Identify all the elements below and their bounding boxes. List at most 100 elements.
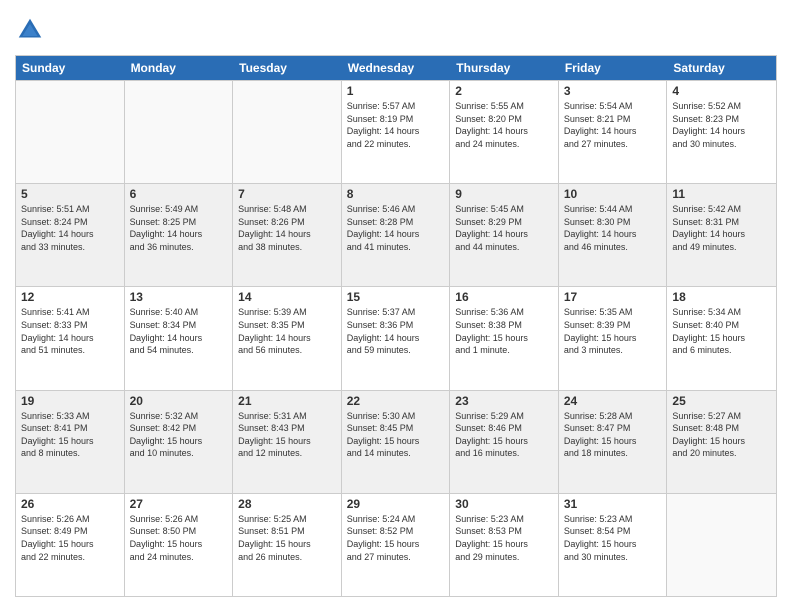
cell-info: Sunrise: 5:26 AM xyxy=(130,513,228,526)
cell-info: Daylight: 15 hours xyxy=(564,332,662,345)
cell-info: Daylight: 14 hours xyxy=(455,125,553,138)
cell-info: Sunset: 8:34 PM xyxy=(130,319,228,332)
day-number: 20 xyxy=(130,394,228,408)
cell-info: Daylight: 14 hours xyxy=(130,332,228,345)
cell-info: Sunset: 8:30 PM xyxy=(564,216,662,229)
calendar-row: 5Sunrise: 5:51 AMSunset: 8:24 PMDaylight… xyxy=(16,183,776,286)
calendar-cell: 29Sunrise: 5:24 AMSunset: 8:52 PMDayligh… xyxy=(342,494,451,596)
cell-info: and 1 minute. xyxy=(455,344,553,357)
calendar-cell: 8Sunrise: 5:46 AMSunset: 8:28 PMDaylight… xyxy=(342,184,451,286)
cell-info: and 41 minutes. xyxy=(347,241,445,254)
day-number: 1 xyxy=(347,84,445,98)
calendar-cell: 25Sunrise: 5:27 AMSunset: 8:48 PMDayligh… xyxy=(667,391,776,493)
calendar-cell: 21Sunrise: 5:31 AMSunset: 8:43 PMDayligh… xyxy=(233,391,342,493)
cell-info: and 20 minutes. xyxy=(672,447,771,460)
calendar-cell: 19Sunrise: 5:33 AMSunset: 8:41 PMDayligh… xyxy=(16,391,125,493)
day-number: 29 xyxy=(347,497,445,511)
cell-info: and 38 minutes. xyxy=(238,241,336,254)
cell-info: Daylight: 14 hours xyxy=(347,125,445,138)
page: SundayMondayTuesdayWednesdayThursdayFrid… xyxy=(0,0,792,612)
cell-info: Sunset: 8:31 PM xyxy=(672,216,771,229)
calendar-cell: 15Sunrise: 5:37 AMSunset: 8:36 PMDayligh… xyxy=(342,287,451,389)
cell-info: Sunrise: 5:23 AM xyxy=(564,513,662,526)
calendar: SundayMondayTuesdayWednesdayThursdayFrid… xyxy=(15,55,777,597)
cell-info: Sunset: 8:28 PM xyxy=(347,216,445,229)
cell-info: Daylight: 15 hours xyxy=(564,435,662,448)
calendar-cell: 18Sunrise: 5:34 AMSunset: 8:40 PMDayligh… xyxy=(667,287,776,389)
cell-info: Sunrise: 5:26 AM xyxy=(21,513,119,526)
calendar-cell: 3Sunrise: 5:54 AMSunset: 8:21 PMDaylight… xyxy=(559,81,668,183)
cell-info: Sunset: 8:29 PM xyxy=(455,216,553,229)
cell-info: Sunset: 8:38 PM xyxy=(455,319,553,332)
logo-icon xyxy=(15,15,45,45)
cell-info: Sunset: 8:35 PM xyxy=(238,319,336,332)
day-number: 11 xyxy=(672,187,771,201)
calendar-row: 19Sunrise: 5:33 AMSunset: 8:41 PMDayligh… xyxy=(16,390,776,493)
cell-info: Daylight: 15 hours xyxy=(21,538,119,551)
cell-info: Sunset: 8:19 PM xyxy=(347,113,445,126)
cell-info: Daylight: 14 hours xyxy=(564,125,662,138)
cell-info: Daylight: 15 hours xyxy=(238,435,336,448)
cell-info: Sunrise: 5:24 AM xyxy=(347,513,445,526)
cell-info: and 10 minutes. xyxy=(130,447,228,460)
cell-info: Sunrise: 5:49 AM xyxy=(130,203,228,216)
cell-info: Sunrise: 5:52 AM xyxy=(672,100,771,113)
cell-info: Sunset: 8:53 PM xyxy=(455,525,553,538)
cell-info: Daylight: 15 hours xyxy=(347,435,445,448)
day-number: 19 xyxy=(21,394,119,408)
cell-info: Sunset: 8:51 PM xyxy=(238,525,336,538)
cell-info: Sunrise: 5:40 AM xyxy=(130,306,228,319)
day-number: 26 xyxy=(21,497,119,511)
calendar-cell: 7Sunrise: 5:48 AMSunset: 8:26 PMDaylight… xyxy=(233,184,342,286)
calendar-cell xyxy=(667,494,776,596)
weekday-header: Sunday xyxy=(16,56,125,80)
cell-info: Sunrise: 5:31 AM xyxy=(238,410,336,423)
day-number: 8 xyxy=(347,187,445,201)
weekday-header: Monday xyxy=(125,56,234,80)
calendar-cell: 14Sunrise: 5:39 AMSunset: 8:35 PMDayligh… xyxy=(233,287,342,389)
cell-info: Sunset: 8:23 PM xyxy=(672,113,771,126)
day-number: 23 xyxy=(455,394,553,408)
cell-info: Sunset: 8:26 PM xyxy=(238,216,336,229)
cell-info: and 24 minutes. xyxy=(455,138,553,151)
day-number: 16 xyxy=(455,290,553,304)
cell-info: Sunset: 8:48 PM xyxy=(672,422,771,435)
calendar-cell: 22Sunrise: 5:30 AMSunset: 8:45 PMDayligh… xyxy=(342,391,451,493)
cell-info: and 30 minutes. xyxy=(672,138,771,151)
day-number: 22 xyxy=(347,394,445,408)
calendar-cell: 5Sunrise: 5:51 AMSunset: 8:24 PMDaylight… xyxy=(16,184,125,286)
day-number: 12 xyxy=(21,290,119,304)
cell-info: Sunset: 8:25 PM xyxy=(130,216,228,229)
cell-info: Daylight: 14 hours xyxy=(347,228,445,241)
cell-info: and 30 minutes. xyxy=(564,551,662,564)
day-number: 9 xyxy=(455,187,553,201)
calendar-cell: 13 Sunrise: 5:40 AMSunset: 8:34 PMDayligh… xyxy=(125,287,234,389)
day-number: 5 xyxy=(21,187,119,201)
cell-info: and 36 minutes. xyxy=(130,241,228,254)
cell-info: Daylight: 14 hours xyxy=(130,228,228,241)
cell-info: Sunrise: 5:36 AM xyxy=(455,306,553,319)
cell-info: Sunrise: 5:44 AM xyxy=(564,203,662,216)
cell-info: and 3 minutes. xyxy=(564,344,662,357)
day-number: 14 xyxy=(238,290,336,304)
cell-info: Sunset: 8:42 PM xyxy=(130,422,228,435)
cell-info: Daylight: 14 hours xyxy=(238,332,336,345)
day-number: 27 xyxy=(130,497,228,511)
calendar-cell: 30Sunrise: 5:23 AMSunset: 8:53 PMDayligh… xyxy=(450,494,559,596)
calendar-cell: 17Sunrise: 5:35 AMSunset: 8:39 PMDayligh… xyxy=(559,287,668,389)
calendar-cell: 20Sunrise: 5:32 AMSunset: 8:42 PMDayligh… xyxy=(125,391,234,493)
cell-info: Sunrise: 5:35 AM xyxy=(564,306,662,319)
day-number: 13 xyxy=(130,290,228,304)
calendar-cell: 4Sunrise: 5:52 AMSunset: 8:23 PMDaylight… xyxy=(667,81,776,183)
calendar-row: 1Sunrise: 5:57 AMSunset: 8:19 PMDaylight… xyxy=(16,80,776,183)
cell-info: Daylight: 15 hours xyxy=(347,538,445,551)
cell-info: Sunset: 8:50 PM xyxy=(130,525,228,538)
cell-info: and 54 minutes. xyxy=(130,344,228,357)
cell-info: Sunset: 8:47 PM xyxy=(564,422,662,435)
cell-info: Sunset: 8:36 PM xyxy=(347,319,445,332)
cell-info: Daylight: 15 hours xyxy=(130,538,228,551)
calendar-cell: 6Sunrise: 5:49 AMSunset: 8:25 PMDaylight… xyxy=(125,184,234,286)
weekday-header: Wednesday xyxy=(342,56,451,80)
calendar-row: 26Sunrise: 5:26 AMSunset: 8:49 PMDayligh… xyxy=(16,493,776,596)
cell-info: and 24 minutes. xyxy=(130,551,228,564)
